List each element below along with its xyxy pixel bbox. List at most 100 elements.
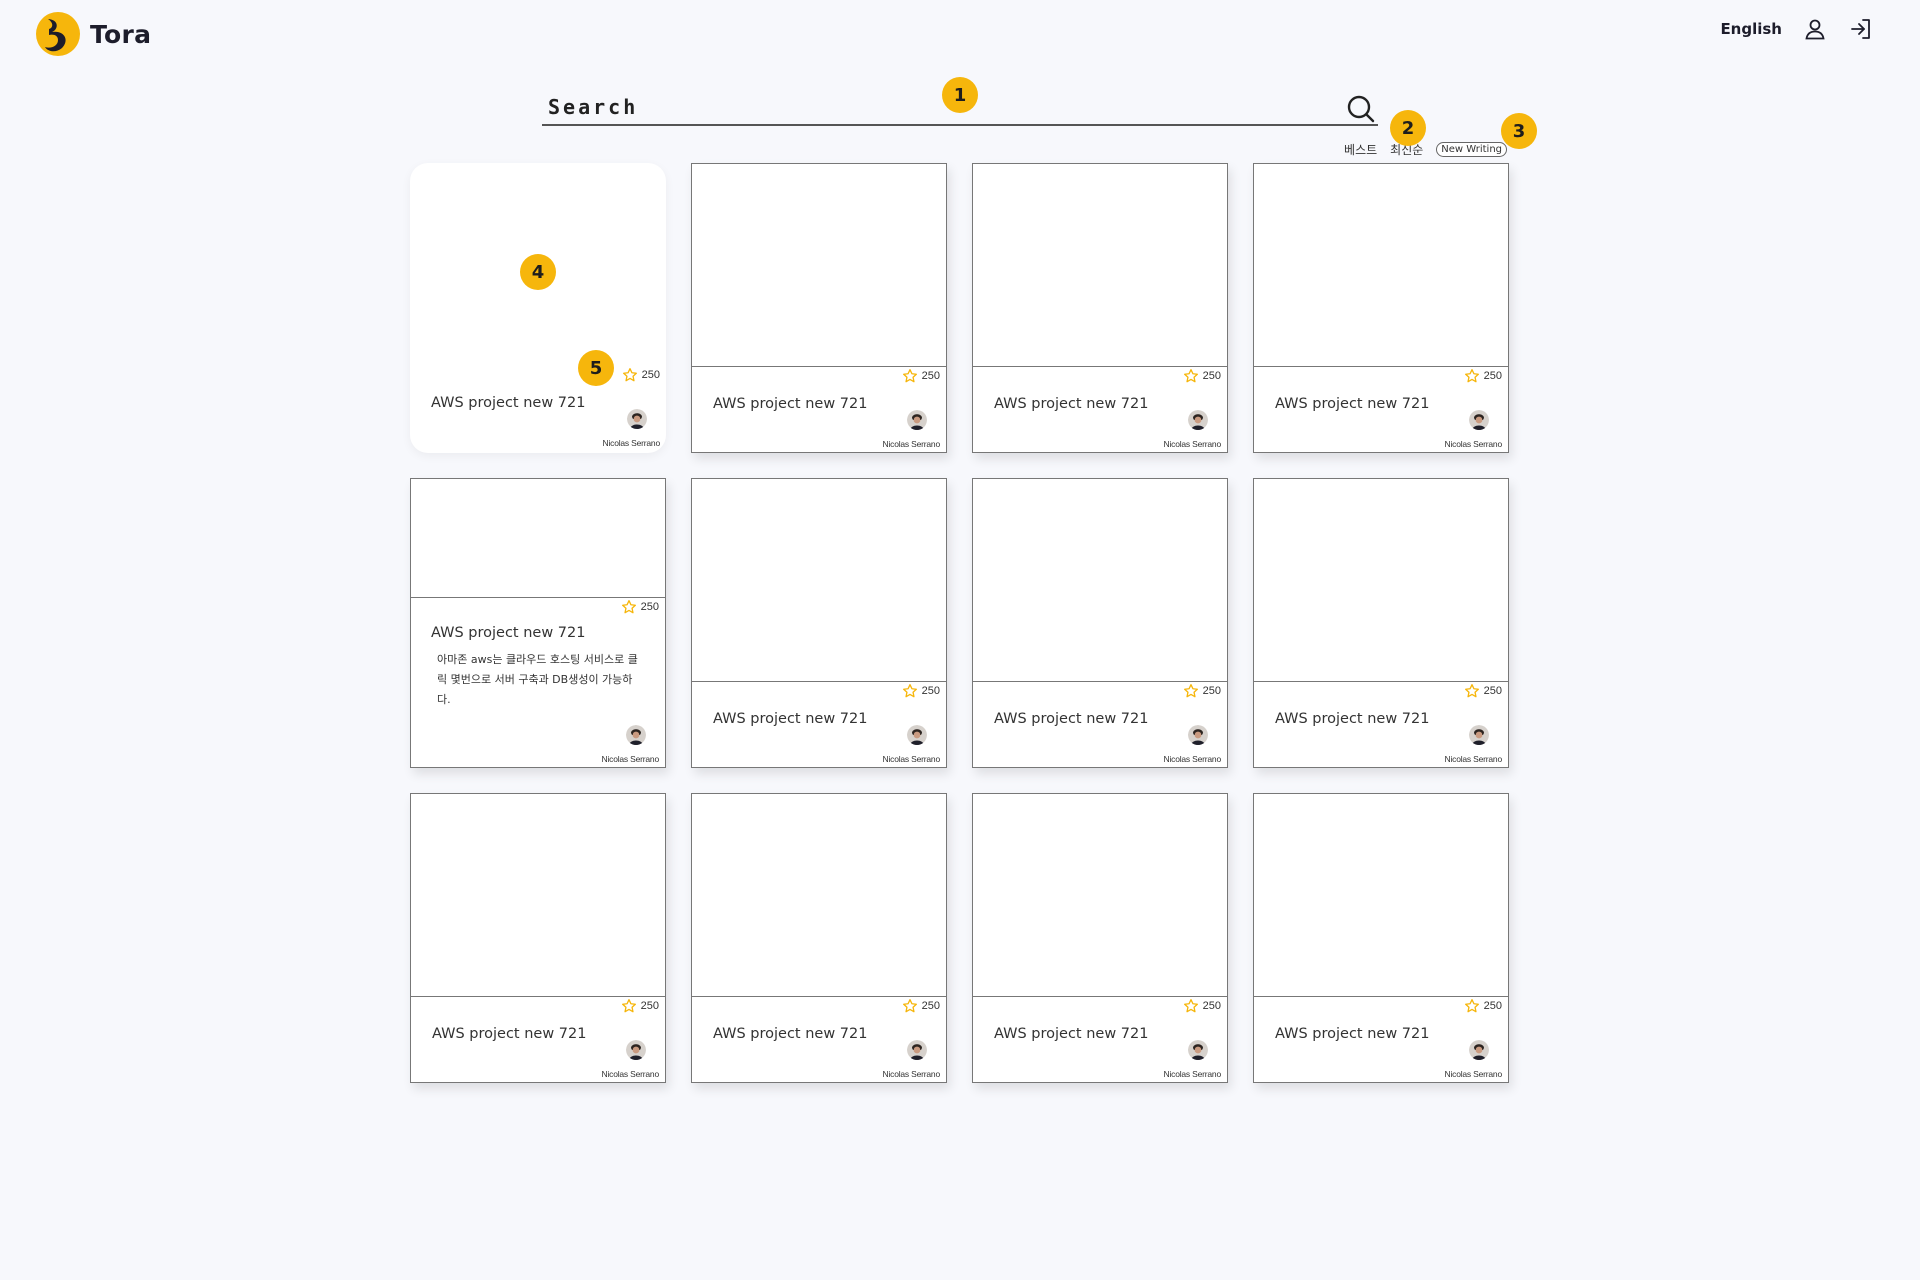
- post-card[interactable]: 250 AWS project new 721 Nicolas Serrano: [972, 163, 1228, 453]
- post-card[interactable]: 250 AWS project new 721 Nicolas Serrano: [972, 793, 1228, 1083]
- post-thumbnail[interactable]: [973, 479, 1227, 682]
- post-card[interactable]: 250 AWS project new 721 Nicolas Serrano: [1253, 478, 1509, 768]
- post-thumbnail[interactable]: [973, 164, 1227, 367]
- post-thumbnail[interactable]: [973, 794, 1227, 997]
- callout-badge: 3: [1501, 113, 1537, 149]
- post-author[interactable]: Nicolas Serrano: [870, 410, 940, 452]
- post-title[interactable]: AWS project new 721: [1275, 396, 1429, 412]
- avatar[interactable]: [1188, 725, 1208, 745]
- post-card[interactable]: 250 AWS project new 721 Nicolas Serrano: [410, 793, 666, 1083]
- post-card[interactable]: 250 AWS project new 721 Nicolas Serrano: [691, 478, 947, 768]
- post-title[interactable]: AWS project new 721: [1275, 1026, 1429, 1042]
- star-icon[interactable]: [1464, 368, 1480, 384]
- avatar[interactable]: [627, 409, 647, 429]
- author-name: Nicolas Serrano: [602, 438, 661, 448]
- post-thumbnail[interactable]: [692, 479, 946, 682]
- star-icon[interactable]: [1183, 998, 1199, 1014]
- search-icon[interactable]: [1346, 94, 1376, 124]
- post-author[interactable]: Nicolas Serrano: [590, 409, 660, 451]
- post-thumbnail[interactable]: [411, 794, 665, 997]
- post-title[interactable]: AWS project new 721: [713, 396, 867, 412]
- post-card[interactable]: 250 AWS project new 721 아마존 aws는 클라우드 호스…: [410, 478, 666, 768]
- post-title[interactable]: AWS project new 721: [994, 396, 1148, 412]
- rating-count: 250: [640, 1000, 659, 1012]
- avatar[interactable]: [626, 725, 646, 745]
- post-thumbnail[interactable]: [1254, 794, 1508, 997]
- avatar[interactable]: [1469, 1040, 1489, 1060]
- author-name: Nicolas Serrano: [1163, 439, 1222, 449]
- post-title[interactable]: AWS project new 721: [432, 1026, 586, 1042]
- post-rating: 250: [902, 368, 940, 384]
- post-card[interactable]: 250 AWS project new 721 Nicolas Serrano: [972, 478, 1228, 768]
- author-name: Nicolas Serrano: [1444, 1069, 1503, 1079]
- post-rating: 250: [621, 998, 659, 1014]
- star-icon[interactable]: [902, 998, 918, 1014]
- star-icon[interactable]: [1464, 683, 1480, 699]
- avatar[interactable]: [907, 1040, 927, 1060]
- post-title[interactable]: AWS project new 721: [994, 711, 1148, 727]
- tora-logo-icon: [36, 12, 80, 56]
- post-card[interactable]: 250 AWS project new 721 Nicolas Serrano: [1253, 163, 1509, 453]
- post-card[interactable]: 250 AWS project new 721 Nicolas Serrano: [410, 163, 666, 453]
- post-card[interactable]: 250 AWS project new 721 Nicolas Serrano: [691, 793, 947, 1083]
- post-author[interactable]: Nicolas Serrano: [1151, 1040, 1221, 1082]
- avatar[interactable]: [1188, 410, 1208, 430]
- post-rating: 250: [1183, 368, 1221, 384]
- avatar[interactable]: [1188, 1040, 1208, 1060]
- post-thumbnail[interactable]: [411, 479, 665, 598]
- avatar[interactable]: [626, 1040, 646, 1060]
- post-author[interactable]: Nicolas Serrano: [1432, 410, 1502, 452]
- post-thumbnail[interactable]: [1254, 164, 1508, 367]
- post-rating: 250: [1464, 368, 1502, 384]
- brand-logo[interactable]: Tora: [34, 10, 151, 58]
- avatar[interactable]: [907, 725, 927, 745]
- post-card[interactable]: 250 AWS project new 721 Nicolas Serrano: [1253, 793, 1509, 1083]
- post-rating: 250: [1464, 998, 1502, 1014]
- star-icon[interactable]: [1183, 368, 1199, 384]
- rating-count: 250: [921, 370, 940, 382]
- sign-in-icon[interactable]: [1848, 16, 1874, 42]
- post-author[interactable]: Nicolas Serrano: [1432, 1040, 1502, 1082]
- star-icon[interactable]: [902, 683, 918, 699]
- post-author[interactable]: Nicolas Serrano: [1151, 725, 1221, 767]
- star-icon[interactable]: [621, 599, 637, 615]
- post-rating: 250: [1183, 683, 1221, 699]
- post-author[interactable]: Nicolas Serrano: [589, 1040, 659, 1082]
- avatar[interactable]: [907, 410, 927, 430]
- sort-tab-best[interactable]: 베스트: [1344, 141, 1377, 158]
- star-icon[interactable]: [622, 367, 638, 383]
- user-icon[interactable]: [1802, 16, 1828, 42]
- post-author[interactable]: Nicolas Serrano: [870, 1040, 940, 1082]
- post-title[interactable]: AWS project new 721: [1275, 711, 1429, 727]
- star-icon[interactable]: [621, 998, 637, 1014]
- avatar[interactable]: [1469, 410, 1489, 430]
- post-thumbnail[interactable]: [692, 794, 946, 997]
- post-author[interactable]: Nicolas Serrano: [870, 725, 940, 767]
- post-rating: 250: [1183, 998, 1221, 1014]
- language-toggle[interactable]: English: [1720, 20, 1782, 38]
- star-icon[interactable]: [1464, 998, 1480, 1014]
- star-icon[interactable]: [1183, 683, 1199, 699]
- post-card[interactable]: 250 AWS project new 721 Nicolas Serrano: [691, 163, 947, 453]
- post-title[interactable]: AWS project new 721: [994, 1026, 1148, 1042]
- post-title[interactable]: AWS project new 721: [431, 625, 585, 641]
- post-author[interactable]: Nicolas Serrano: [1151, 410, 1221, 452]
- post-grid: 250 AWS project new 721 Nicolas Serrano …: [410, 163, 1510, 1083]
- callout-badge: 1: [942, 77, 978, 113]
- callout-badge: 4: [520, 254, 556, 290]
- rating-count: 250: [1202, 685, 1221, 697]
- avatar[interactable]: [1469, 725, 1489, 745]
- post-title[interactable]: AWS project new 721: [713, 1026, 867, 1042]
- post-author[interactable]: Nicolas Serrano: [1432, 725, 1502, 767]
- rating-count: 250: [640, 601, 659, 613]
- rating-count: 250: [921, 1000, 940, 1012]
- post-author[interactable]: Nicolas Serrano: [589, 725, 659, 767]
- post-title[interactable]: AWS project new 721: [431, 395, 585, 411]
- post-thumbnail[interactable]: [692, 164, 946, 367]
- new-writing-button[interactable]: New Writing: [1436, 142, 1507, 157]
- star-icon[interactable]: [902, 368, 918, 384]
- post-title[interactable]: AWS project new 721: [713, 711, 867, 727]
- callout-badge: 5: [578, 350, 614, 386]
- post-thumbnail[interactable]: [1254, 479, 1508, 682]
- rating-count: 250: [1202, 370, 1221, 382]
